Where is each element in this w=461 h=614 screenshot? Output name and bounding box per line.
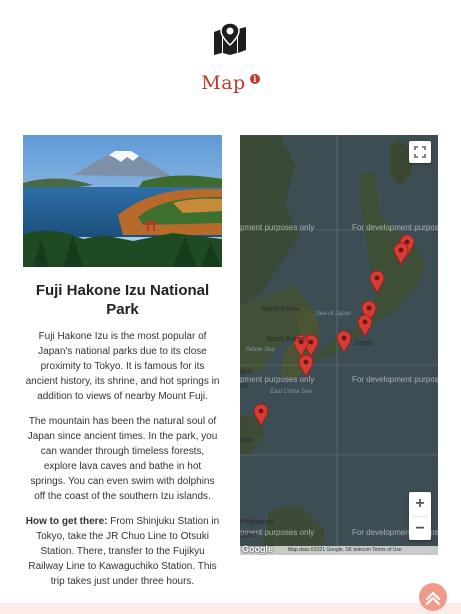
chevron-up-icon: [425, 591, 441, 606]
scroll-to-top-button[interactable]: [419, 583, 447, 611]
map-marker-dot: [341, 335, 347, 341]
map-marker-dot: [404, 239, 410, 245]
map-marker-dot: [258, 408, 264, 414]
map-label-north-korea: North Korea: [262, 306, 300, 313]
map-icon: [214, 23, 246, 55]
park-description: Fuji Hakone Izu is the most popular of J…: [25, 331, 220, 402]
map-marker-dot: [398, 247, 404, 253]
map-label-taiwan: wan: [240, 437, 253, 444]
zoom-out-button[interactable]: −: [409, 517, 431, 541]
map-label-japan: Japan: [354, 340, 374, 347]
park-photo: [23, 135, 222, 267]
map-watermark: pment purposes only: [240, 375, 315, 384]
map-marker-dot: [362, 319, 368, 325]
page-title: Map: [201, 72, 246, 94]
google-logo[interactable]: Google: [242, 544, 273, 554]
map-label-philippines: Philippines: [240, 519, 274, 526]
map-watermark: For development purposes only: [352, 223, 438, 232]
how-to-label: How to get there:: [25, 516, 108, 527]
map-label-east-china-sea: East China Sea: [270, 389, 312, 395]
map-label-philippine-sea: ppine: [240, 532, 258, 539]
footer-band: [0, 603, 461, 614]
zoom-in-button[interactable]: +: [409, 492, 431, 516]
how-to-get-there: How to get there: From Shinjuku Station …: [23, 514, 222, 589]
park-description-2: The mountain has been the natural soul o…: [27, 416, 218, 502]
map-label-yellow-sea: Yellow Sea: [245, 347, 275, 353]
map-marker-dot: [303, 359, 309, 365]
fullscreen-icon: [414, 146, 426, 158]
map-label-fragment: pu: [240, 382, 248, 389]
map-label-south-korea: South Korea: [266, 336, 305, 343]
info-icon[interactable]: i: [249, 74, 260, 84]
map-label-shanghai: gha: [240, 368, 252, 375]
map-marker-dot: [366, 305, 372, 311]
park-card: Fuji Hakone Izu National Park Fuji Hakon…: [23, 135, 222, 589]
map-view[interactable]: pment purposes only For development purp…: [240, 135, 438, 555]
map-watermark: pment purposes only: [240, 223, 315, 232]
park-name: Fuji Hakone Izu National Park: [35, 282, 210, 318]
map-marker-dot: [308, 339, 314, 345]
zoom-control: + −: [409, 492, 431, 540]
page-title-row: Map i: [0, 72, 461, 94]
map-label-sea-of-japan: Sea of Japan: [316, 311, 352, 317]
map-watermark: For development purposes only: [352, 375, 438, 384]
map-marker-dot: [374, 275, 380, 281]
fullscreen-button[interactable]: [409, 141, 431, 163]
